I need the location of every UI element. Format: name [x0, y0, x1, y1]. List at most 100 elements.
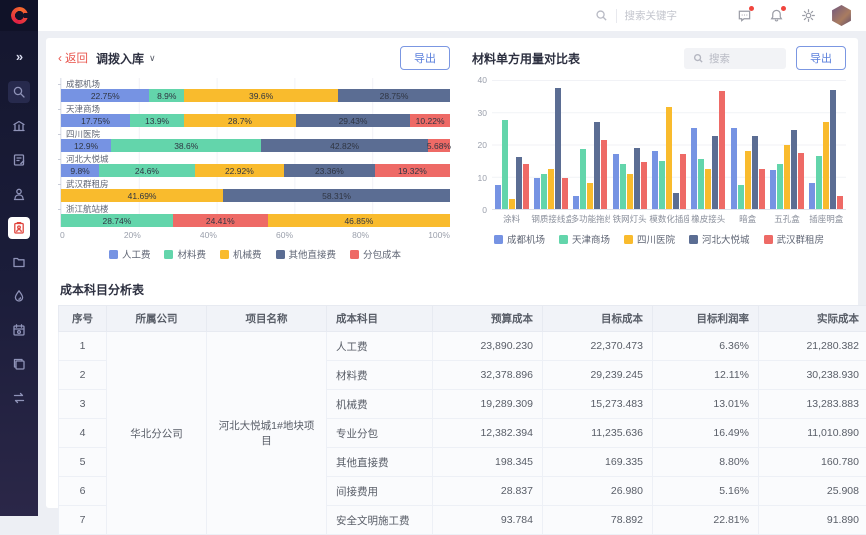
bar-group [610, 80, 649, 209]
bar [502, 120, 508, 209]
search-icon[interactable] [8, 81, 30, 103]
budget-cell: 12,382.394 [433, 419, 543, 448]
bar-group [728, 80, 767, 209]
margin-cell: 5.16% [653, 477, 759, 506]
stacked-bar-row: 四川医院12.9%38.6%42.82%5.68% [61, 129, 450, 152]
target-cell: 78.892 [543, 506, 653, 535]
legend-swatch [164, 250, 173, 259]
stacked-bar-row: 河北大悦城9.8%24.6%22.92%23.36%19.32% [61, 154, 450, 177]
bar [770, 170, 776, 209]
stacked-chart-xaxis: 020%40%60%80%100% [60, 230, 450, 240]
app-logo[interactable] [0, 0, 38, 31]
chevron-down-icon[interactable]: ∨ [149, 53, 156, 64]
grouped-chart-panel: 材料单方用量对比表 搜索 导出 403020100 涂料钢质接线盒多功能拖线铁网… [472, 46, 846, 272]
legend-item[interactable]: 河北大悦城 [689, 232, 750, 246]
legend-swatch [764, 235, 773, 244]
y-axis-tick-label: 20 [478, 140, 487, 150]
folder-icon[interactable] [8, 251, 30, 273]
category-label: 铁网灯头 [610, 213, 649, 225]
sidebar-expand-icon[interactable]: » [8, 45, 30, 67]
bar [731, 128, 737, 209]
column-header: 预算成本 [433, 306, 543, 332]
avatar[interactable] [831, 5, 852, 26]
legend-item[interactable]: 其他直接费 [276, 247, 337, 261]
bar [652, 151, 658, 209]
legend-item[interactable]: 材料费 [164, 247, 206, 261]
legend-item[interactable]: 武汉群租房 [764, 232, 825, 246]
bar-group [531, 80, 570, 209]
bar-segment: 8.9% [149, 89, 184, 102]
cost-table-section: 成本科目分析表 序号所属公司项目名称成本科目预算成本目标成本目标利润率实际成本 … [58, 281, 846, 535]
bar [712, 136, 718, 209]
export-button[interactable]: 导出 [400, 46, 450, 70]
x-axis-tick-label: 0 [60, 230, 65, 240]
bar-group [689, 80, 728, 209]
bar [698, 159, 704, 209]
legend-label: 天津商场 [572, 232, 610, 246]
document-edit-icon[interactable] [8, 149, 30, 171]
global-search-input[interactable]: 搜索关键字 [595, 8, 678, 23]
legend-item[interactable]: 机械费 [220, 247, 262, 261]
bar [601, 140, 607, 209]
bar [587, 183, 593, 209]
margin-cell: 12.11% [653, 361, 759, 390]
gear-icon[interactable] [799, 7, 817, 25]
stacked-bar: 22.75%8.9%39.6%28.75% [61, 89, 450, 102]
legend-label: 其他直接费 [289, 247, 337, 261]
legend-label: 四川医院 [637, 232, 675, 246]
copy-icon[interactable] [8, 353, 30, 375]
legend-label: 材料费 [177, 247, 206, 261]
bar-group [767, 80, 806, 209]
bank-icon[interactable] [8, 115, 30, 137]
left-chart-legend: 人工费 材料费机械费 其他直接费分包成本 [60, 247, 450, 261]
bell-icon[interactable] [767, 7, 785, 25]
search-icon [693, 53, 704, 64]
search-placeholder: 搜索 [709, 51, 730, 66]
legend-item[interactable]: 分包成本 [350, 247, 401, 261]
chart-search-input[interactable]: 搜索 [684, 48, 786, 69]
messages-icon[interactable] [735, 7, 753, 25]
export-button[interactable]: 导出 [796, 46, 846, 70]
bar-segment: 24.41% [173, 214, 268, 227]
legend-item[interactable]: 四川医院 [624, 232, 675, 246]
legend-label: 河北大悦城 [702, 232, 750, 246]
bar-category-label: 成都机场 [61, 79, 450, 89]
bar [613, 154, 619, 209]
calendar-gear-icon[interactable] [8, 319, 30, 341]
target-cell: 29,239.245 [543, 361, 653, 390]
transfer-icon[interactable] [8, 387, 30, 409]
bar-segment: 17.75% [61, 114, 130, 127]
column-header: 目标成本 [543, 306, 653, 332]
row-index-cell: 7 [59, 506, 107, 535]
project-cell: 河北大悦城1#地块项目 [207, 332, 327, 535]
category-label: 钢质接线盒 [531, 213, 570, 225]
row-index-cell: 4 [59, 419, 107, 448]
ink-drop-icon[interactable] [8, 285, 30, 307]
y-axis-tick-label: 40 [478, 75, 487, 85]
panel-title: 调拨入库 [96, 50, 144, 67]
legend-item[interactable]: 成都机场 [494, 232, 545, 246]
x-axis-tick-label: 100% [428, 230, 450, 240]
bar-category-label: 武汉群租房 [61, 179, 450, 189]
table-row: 1华北分公司河北大悦城1#地块项目人工费23,890.23022,370.473… [59, 332, 866, 361]
bar-segment: 28.7% [184, 114, 296, 127]
legend-item[interactable]: 天津商场 [559, 232, 610, 246]
bar [798, 153, 804, 209]
legend-swatch [689, 235, 698, 244]
back-button[interactable]: ‹ 返回 [58, 50, 88, 66]
bar-segment: 22.92% [195, 164, 284, 177]
bar [784, 145, 790, 210]
budget-cell: 32,378.896 [433, 361, 543, 390]
notification-dot [781, 6, 786, 11]
legend-item[interactable]: 人工费 [109, 247, 151, 261]
legend-swatch [494, 235, 503, 244]
clipboard-icon[interactable] [8, 217, 30, 239]
bar-segment: 42.82% [261, 139, 428, 152]
column-header: 所属公司 [107, 306, 207, 332]
user-audit-icon[interactable] [8, 183, 30, 205]
bar [752, 136, 758, 209]
bar [680, 154, 686, 209]
stacked-bar: 12.9%38.6%42.82%5.68% [61, 139, 450, 152]
bar-group [807, 80, 846, 209]
grouped-chart-plot [492, 80, 846, 210]
